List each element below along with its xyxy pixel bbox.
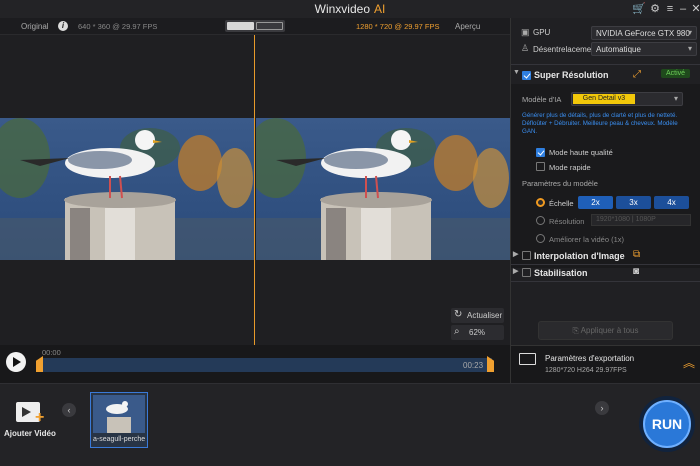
expand-icon[interactable]: ⤢ <box>633 69 641 80</box>
fast-mode-checkbox[interactable] <box>536 162 545 171</box>
hq-mode-checkbox[interactable] <box>536 148 545 158</box>
copy-icon: ⎘ <box>572 326 581 335</box>
scale-3x-button[interactable]: 3x <box>616 196 651 209</box>
fast-mode-label: Mode rapide <box>549 163 591 172</box>
deinterlace-icon: ♙ <box>521 43 530 53</box>
model-select[interactable]: Gen Detail v3 <box>571 92 683 106</box>
scroll-right-button[interactable]: › <box>595 401 609 415</box>
monitor-icon <box>519 353 536 365</box>
cart-icon[interactable]: 🛒 <box>632 2 646 16</box>
interpolation-icon: ⧉ <box>633 249 641 260</box>
hq-mode-label: Mode haute qualité <box>549 148 613 157</box>
scale-label: Échelle <box>549 199 574 208</box>
add-video-button[interactable]: + <box>14 400 46 426</box>
super-resolution-checkbox[interactable] <box>522 71 531 81</box>
refresh-button[interactable]: ↻ Actualiser <box>451 308 504 323</box>
deinterlace-select[interactable]: Automatique <box>591 42 697 56</box>
export-settings[interactable]: Paramètres d'exportation 1280*720 H264 2… <box>511 345 700 383</box>
thumbnail-label: a-seagull-perche <box>93 436 146 443</box>
preview-info: 1280 * 720 @ 29.97 FPS <box>356 22 440 31</box>
split-view-icon[interactable] <box>227 22 254 30</box>
super-resolution-header[interactable]: ▼ Super Résolution ⤢ Activé <box>511 68 700 82</box>
split-divider[interactable] <box>254 35 255 345</box>
refresh-icon: ↻ <box>454 309 463 320</box>
scale-4x-button[interactable]: 4x <box>654 196 689 209</box>
gpu-label: GPU <box>533 28 551 37</box>
close-icon[interactable]: ✕ <box>689 2 700 16</box>
gear-icon[interactable]: ⚙ <box>648 2 662 16</box>
gpu-select[interactable]: NVIDIA GeForce GTX 980 <box>591 26 697 40</box>
original-frame <box>0 118 254 260</box>
time-start: 00:00 <box>42 348 61 357</box>
expand-arrow-icon[interactable]: ▶ <box>513 267 518 275</box>
preview-frame <box>256 118 510 260</box>
plus-icon: + <box>35 409 45 426</box>
play-glyph <box>22 407 31 417</box>
side-by-side-icon[interactable] <box>256 22 283 30</box>
menu-icon[interactable]: ≡ <box>663 2 677 16</box>
divider <box>511 264 700 265</box>
info-icon[interactable]: i <box>58 21 68 31</box>
gpu-icon: ▣ <box>521 27 530 37</box>
enhance-radio[interactable] <box>536 234 545 243</box>
timeline[interactable] <box>42 358 492 372</box>
scale-radio[interactable] <box>536 198 545 207</box>
divider <box>511 64 700 65</box>
original-info: 640 * 360 @ 29.97 FPS <box>78 22 158 31</box>
collapse-icon[interactable]: ▼ <box>513 69 520 76</box>
divider <box>511 281 700 282</box>
original-label: Original <box>21 22 49 31</box>
resolution-select[interactable]: 1920*1080 | 1080P <box>591 214 691 226</box>
interpolation-header[interactable]: ▶ Interpolation d'Image ⧉ <box>511 249 700 263</box>
resolution-label: Résolution <box>549 217 585 226</box>
active-badge: Activé <box>661 69 691 78</box>
stabilization-checkbox[interactable] <box>522 268 531 277</box>
zoom-button[interactable]: ⌕ 62% <box>451 325 504 340</box>
apply-all-button[interactable]: ⎘ Appliquer à tous <box>538 321 673 340</box>
interpolation-checkbox[interactable] <box>522 251 531 260</box>
enhance-label: Améliorer la vidéo (1x) <box>549 235 625 244</box>
apercu-label: Aperçu <box>455 22 481 31</box>
minimize-icon[interactable]: – <box>676 2 690 16</box>
scale-2x-button[interactable]: 2x <box>578 196 613 209</box>
time-end: 00:23 <box>463 361 484 370</box>
run-button[interactable]: RUN <box>639 396 695 452</box>
params-label: Paramètres du modèle <box>522 179 598 188</box>
play-icon <box>13 357 21 367</box>
deinterlace-label: Désentrelacement <box>533 45 598 54</box>
scroll-left-button[interactable]: ‹ <box>62 403 76 417</box>
view-toggle[interactable] <box>225 20 285 32</box>
expand-arrow-icon[interactable]: ▶ <box>513 250 518 258</box>
video-thumbnail[interactable]: a-seagull-perche <box>90 392 148 448</box>
camera-icon: ◙ <box>633 266 640 277</box>
double-chevron-up-icon[interactable]: ︽ <box>683 354 695 371</box>
play-button[interactable] <box>6 352 26 372</box>
settings-panel: ▣ GPU NVIDIA GeForce GTX 980 ♙ Désentrel… <box>510 18 700 383</box>
zoom-icon: ⌕ <box>454 326 460 337</box>
model-label: Modèle d'IA <box>522 95 562 104</box>
model-description: Générer plus de détails, plus de clarté … <box>522 112 678 135</box>
resolution-radio[interactable] <box>536 216 545 225</box>
stabilization-header[interactable]: ▶ Stabilisation ◙ <box>511 266 700 280</box>
add-video-label: Ajouter Vidéo <box>4 429 56 438</box>
app-title: Winxvideo AI <box>314 2 386 16</box>
